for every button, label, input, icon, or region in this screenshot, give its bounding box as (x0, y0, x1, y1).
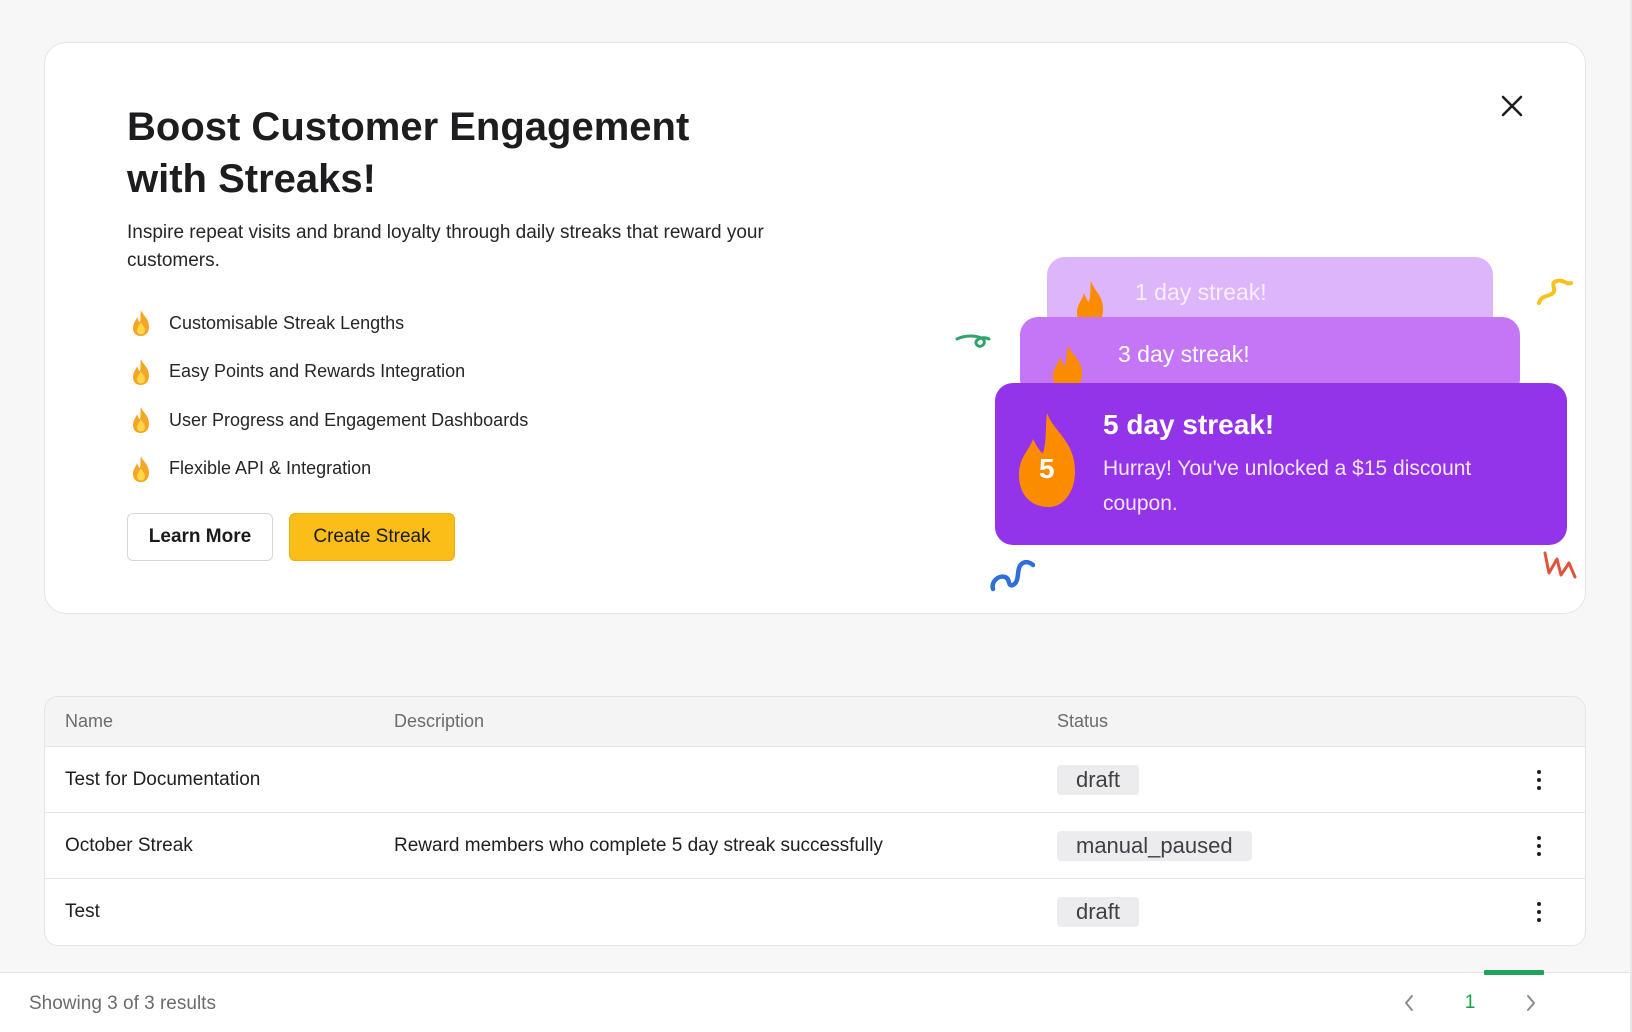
promo-actions: Learn More Create Streak (127, 513, 455, 561)
flame-icon (133, 310, 149, 337)
yellow-squiggle-decoration (1537, 278, 1573, 305)
create-streak-button[interactable]: Create Streak (289, 513, 455, 561)
feature-label: Flexible API & Integration (169, 458, 372, 479)
feature-label: Easy Points and Rewards Integration (169, 361, 466, 382)
feature-list: Customisable Streak Lengths Easy Points … (127, 299, 528, 493)
streak-count: 5 (1039, 453, 1055, 484)
streak-card-title: 5 day streak! (1103, 409, 1275, 440)
streak-card-label: 1 day streak! (1135, 279, 1267, 305)
status-badge: draft (1057, 764, 1140, 795)
table-row[interactable]: Test draft (45, 879, 1585, 945)
column-header-status[interactable]: Status (1057, 711, 1108, 732)
streaks-table: Name Description Status Test for Documen… (44, 696, 1586, 946)
current-page-indicator (1484, 970, 1544, 975)
row-name: Test (65, 901, 100, 922)
row-name: Test for Documentation (65, 768, 261, 790)
kebab-menu-icon[interactable] (1529, 832, 1549, 860)
flame-icon (133, 455, 149, 482)
status-badge: manual_paused (1057, 830, 1252, 861)
promo-title: Boost Customer Engagement with Streaks! (127, 105, 690, 201)
pagination-footer: Showing 3 of 3 results 1 (0, 970, 1632, 1032)
row-name: October Streak (65, 834, 193, 856)
status-cell: manual_paused (1057, 830, 1252, 861)
feature-item: Easy Points and Rewards Integration (127, 348, 528, 397)
feature-item: User Progress and Engagement Dashboards (127, 396, 528, 445)
status-badge: draft (1057, 897, 1140, 927)
table-row[interactable]: October Streak Reward members who comple… (45, 813, 1585, 879)
status-cell: draft (1057, 897, 1140, 927)
close-button[interactable] (1497, 91, 1527, 121)
learn-more-button[interactable]: Learn More (127, 513, 273, 561)
kebab-menu-icon[interactable] (1529, 766, 1549, 794)
streak-card-body: Hurray! You've unlocked a $15 discount c… (1103, 457, 1472, 515)
flame-icon (133, 358, 149, 385)
pagination: 1 (1400, 991, 1540, 1015)
kebab-menu-icon[interactable] (1529, 898, 1549, 926)
close-icon (1501, 95, 1523, 117)
status-cell: draft (1057, 764, 1140, 795)
page-number[interactable]: 1 (1460, 992, 1480, 1014)
results-count: Showing 3 of 3 results (29, 993, 216, 1014)
column-header-name[interactable]: Name (65, 711, 113, 732)
streak-illustration: 1 day streak! 3 day streak! 5 5 day stre… (905, 203, 1577, 603)
chevron-right-icon[interactable] (1522, 991, 1540, 1015)
streak-card-5-day: 5 5 day streak! Hurray! You've unlocked … (995, 383, 1567, 545)
feature-item: Customisable Streak Lengths (127, 299, 528, 348)
feature-label: Customisable Streak Lengths (169, 312, 405, 333)
flame-icon (133, 407, 149, 434)
promo-card: Boost Customer Engagement with Streaks! … (44, 42, 1586, 614)
column-header-description[interactable]: Description (394, 711, 484, 732)
green-squiggle-decoration (955, 334, 991, 348)
feature-item: Flexible API & Integration (127, 445, 528, 494)
table-row[interactable]: Test for Documentation draft (45, 747, 1585, 813)
row-description: Reward members who complete 5 day streak… (394, 834, 883, 856)
table-header: Name Description Status (45, 697, 1585, 747)
blue-squiggle-decoration (990, 559, 1035, 592)
red-squiggle-decoration (1543, 551, 1577, 579)
promo-description: Inspire repeat visits and brand loyalty … (127, 222, 764, 271)
feature-label: User Progress and Engagement Dashboards (169, 409, 529, 430)
chevron-left-icon[interactable] (1400, 991, 1418, 1015)
streak-card-label: 3 day streak! (1118, 341, 1250, 367)
